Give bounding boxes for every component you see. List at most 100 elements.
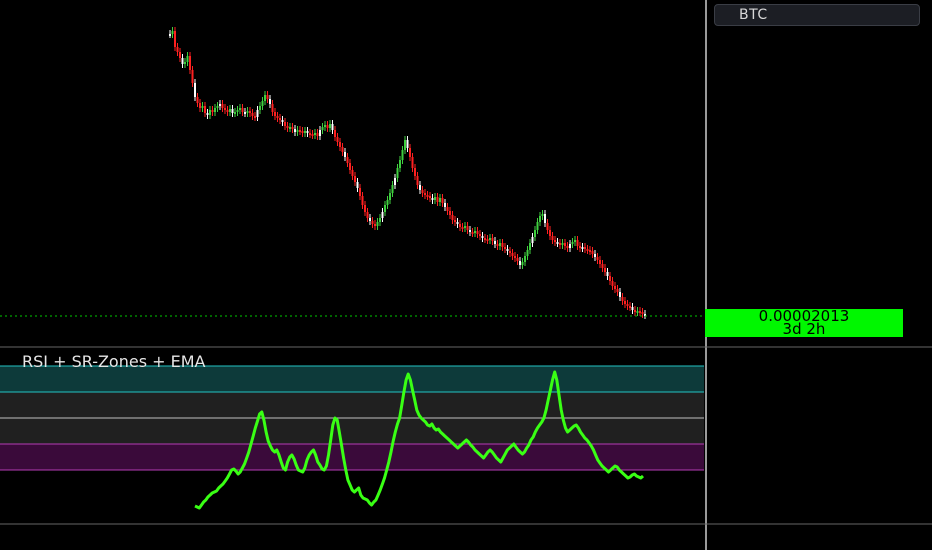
candle-body [271, 104, 274, 112]
candle-body [631, 307, 634, 310]
candle-body [221, 104, 224, 108]
candle-body [519, 261, 521, 265]
candle-body [546, 223, 549, 230]
candle-body [394, 178, 396, 185]
candle-body [466, 226, 469, 230]
candle-body [261, 101, 264, 106]
candle-body [536, 222, 539, 230]
candle-body [431, 198, 434, 200]
candle-body [214, 108, 216, 112]
candle-body [336, 137, 339, 142]
candle-body [586, 249, 589, 251]
candle-body [486, 239, 489, 241]
candle-body [371, 221, 374, 224]
candle-body [341, 147, 344, 152]
candle-body [421, 190, 424, 193]
candle-body [226, 110, 229, 112]
candle-body [209, 110, 211, 115]
candle-body [374, 224, 376, 226]
candle-body [639, 311, 641, 313]
candle-body [471, 232, 474, 234]
candle-body [241, 108, 244, 112]
candle-body [326, 125, 329, 128]
candle-body [556, 242, 559, 244]
candle-body [611, 281, 614, 286]
candle-body [624, 301, 626, 304]
candle-body [411, 157, 414, 168]
candle-body [334, 130, 336, 137]
symbol-label[interactable]: BTC [714, 4, 920, 26]
candle-body [459, 224, 461, 227]
candle-body [204, 106, 206, 113]
candle-body [494, 241, 496, 244]
candle-body [634, 310, 636, 312]
candle-body [626, 304, 629, 306]
candle-body [419, 185, 421, 190]
bar-countdown: 3d 2h [782, 320, 826, 338]
candle-body [436, 197, 439, 202]
candle-body [231, 109, 234, 113]
candle-body [176, 47, 179, 52]
candle-body [534, 230, 536, 237]
candle-body [604, 268, 606, 272]
candle-body [599, 260, 601, 264]
candle-body [314, 133, 316, 135]
candle-body [549, 230, 551, 236]
candle-body [236, 110, 239, 112]
candle-body [234, 112, 236, 114]
candle-body [224, 108, 226, 110]
candle-body [244, 112, 246, 114]
candle-body [481, 236, 484, 238]
candle-body [319, 130, 321, 136]
candle-body [189, 56, 191, 70]
candle-body [279, 118, 281, 120]
candle-body [509, 251, 511, 253]
candle-body [196, 97, 199, 103]
candle-body [504, 247, 506, 249]
candle-body [179, 52, 181, 58]
candle-body [186, 56, 189, 62]
candle-body [246, 111, 249, 113]
candle-body [414, 168, 416, 176]
candle-body [216, 106, 219, 108]
candle-body [276, 116, 279, 118]
candle-body [369, 218, 371, 221]
candle-body [381, 212, 384, 218]
candle-body [404, 140, 406, 150]
candle-body [229, 109, 231, 112]
candle-body [499, 243, 501, 246]
candle-body [576, 240, 579, 246]
candle-body [379, 218, 381, 222]
candle-body [399, 160, 401, 168]
candle-body [416, 176, 419, 185]
candle-body [619, 292, 621, 297]
candle-body [614, 286, 616, 289]
candle-body [451, 215, 454, 220]
candle-body [324, 125, 326, 127]
candle-body [501, 243, 504, 247]
candle-body [406, 140, 409, 148]
candle-body [354, 176, 356, 182]
candle-body [331, 124, 334, 130]
candle-body [496, 244, 499, 246]
candle-body [554, 240, 556, 242]
candle-body [259, 106, 261, 110]
candle-body [516, 258, 519, 261]
candle-body [281, 120, 284, 122]
candle-body [194, 83, 196, 97]
candle-body [569, 244, 571, 248]
candle-body [584, 247, 586, 249]
candle-body [641, 312, 644, 314]
candle-body [356, 182, 359, 188]
candle-body [561, 243, 564, 245]
sr-zones [0, 365, 704, 471]
candle-body [206, 113, 209, 115]
candle-body [594, 254, 596, 257]
candle-body [571, 242, 574, 244]
candle-body [344, 152, 346, 157]
candle-body [361, 196, 364, 205]
candle-body [434, 197, 436, 200]
candle-body [191, 70, 194, 83]
candle-body [484, 238, 486, 240]
candle-body [284, 122, 286, 126]
